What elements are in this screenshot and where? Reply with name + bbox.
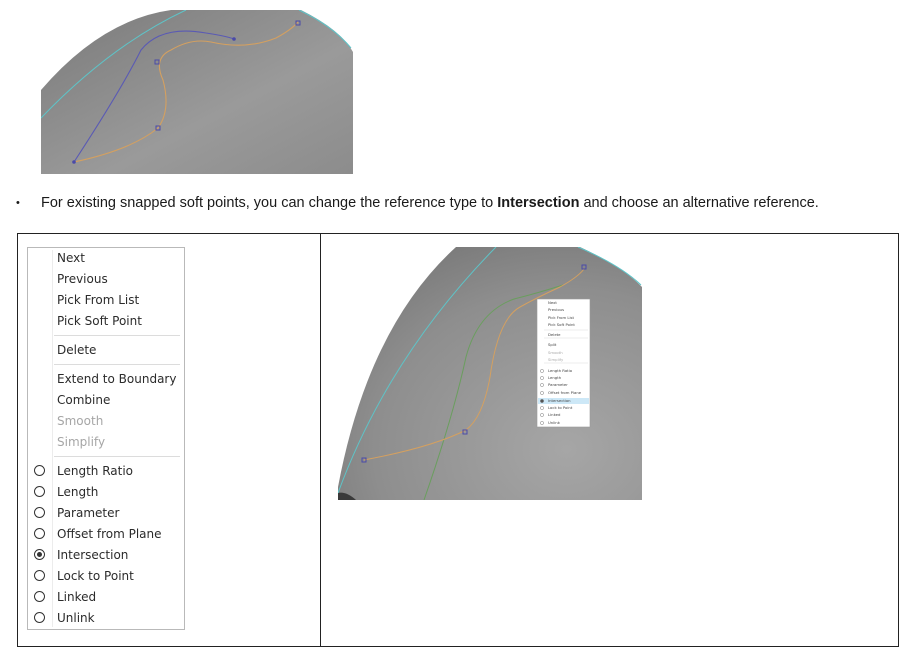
menu-item-label: Linked	[57, 590, 97, 604]
mini-menu-item: Pick From List	[548, 315, 575, 320]
menu-item-extend-to-boundary[interactable]: Extend to Boundary	[28, 369, 184, 390]
mini-menu-item: Parameter	[548, 382, 568, 387]
menu-item-label: Next	[57, 251, 85, 265]
mini-context-menu: Next Previous Pick From List Pick Soft P…	[536, 298, 591, 428]
mini-menu-item: Previous	[548, 307, 564, 312]
menu-item-label: Pick From List	[57, 293, 140, 307]
menu-item-label: Length Ratio	[57, 464, 134, 478]
bullet-text-after: and choose an alternative reference.	[579, 195, 819, 211]
mini-menu-item: Length	[548, 375, 562, 380]
menu-item-label: Parameter	[57, 506, 120, 520]
table-column-divider	[320, 233, 321, 647]
menu-item-label: Combine	[57, 393, 111, 407]
radio-empty-icon	[34, 528, 45, 539]
mini-menu-item: Simplify	[548, 357, 564, 362]
menu-radio-unlink[interactable]: Unlink	[28, 608, 184, 629]
mini-menu-item: Length Ratio	[548, 368, 573, 373]
mini-menu-item: Delete	[548, 332, 561, 337]
radio-selected-icon	[34, 549, 45, 560]
top-viewport-figure	[41, 10, 353, 174]
menu-item-label: Unlink	[57, 611, 95, 625]
menu-item-simplify: Simplify	[28, 432, 184, 453]
mini-menu-item: Pick Soft Point	[548, 322, 575, 327]
menu-item-label: Intersection	[57, 548, 129, 562]
menu-item-smooth: Smooth	[28, 411, 184, 432]
menu-radio-offset-from-plane[interactable]: Offset from Plane	[28, 524, 184, 545]
bullet-text-before: For existing snapped soft points, you ca…	[41, 195, 498, 211]
radio-empty-icon	[34, 570, 45, 581]
menu-item-label: Delete	[57, 343, 97, 357]
menu-radio-lock-to-point[interactable]: Lock to Point	[28, 566, 184, 587]
mini-menu-item: Offset from Plane	[548, 390, 582, 395]
bullet-text-bold: Intersection	[497, 195, 580, 211]
menu-item-previous[interactable]: Previous	[28, 269, 184, 290]
menu-item-pick-soft-point[interactable]: Pick Soft Point	[28, 311, 184, 332]
radio-dot	[37, 552, 42, 557]
mini-menu-item: Split	[548, 342, 557, 347]
menu-item-delete[interactable]: Delete	[28, 340, 184, 361]
radio-empty-icon	[34, 465, 45, 476]
menu-item-combine[interactable]: Combine	[28, 390, 184, 411]
menu-separator	[54, 364, 180, 365]
radio-empty-icon	[34, 486, 45, 497]
radio-empty-icon	[34, 591, 45, 602]
menu-item-label: Pick Soft Point	[57, 314, 142, 328]
radio-empty-icon	[34, 507, 45, 518]
mini-radio-selected-icon	[540, 399, 544, 403]
menu-radio-linked[interactable]: Linked	[28, 587, 184, 608]
mini-menu-item: Next	[548, 300, 557, 305]
right-viewport-figure: Next Previous Pick From List Pick Soft P…	[338, 247, 642, 500]
menu-radio-intersection[interactable]: Intersection	[28, 545, 184, 566]
menu-separator	[54, 456, 180, 457]
menu-radio-parameter[interactable]: Parameter	[28, 503, 184, 524]
menu-radio-length[interactable]: Length	[28, 482, 184, 503]
menu-item-label: Extend to Boundary	[57, 372, 177, 386]
menu-item-label: Lock to Point	[57, 569, 134, 583]
control-point	[232, 37, 236, 41]
menu-item-label: Simplify	[57, 435, 106, 449]
control-point	[72, 160, 76, 164]
menu-item-label: Length	[57, 485, 99, 499]
menu-item-label: Smooth	[57, 414, 104, 428]
context-menu: Next Previous Pick From List Pick Soft P…	[27, 247, 185, 630]
mini-menu-item: Smooth	[548, 350, 563, 355]
surface-shape	[41, 10, 353, 174]
menu-item-pick-from-list[interactable]: Pick From List	[28, 290, 184, 311]
menu-radio-length-ratio[interactable]: Length Ratio	[28, 461, 184, 482]
bullet-marker: •	[16, 197, 20, 209]
radio-empty-icon	[34, 612, 45, 623]
mini-menu-item: Unlink	[548, 420, 561, 425]
bullet-paragraph: • For existing snapped soft points, you …	[16, 192, 896, 214]
menu-item-next[interactable]: Next	[28, 248, 184, 269]
mini-menu-item: Lock to Point	[548, 405, 573, 410]
menu-separator	[54, 335, 180, 336]
menu-item-label: Previous	[57, 272, 108, 286]
bullet-text: For existing snapped soft points, you ca…	[41, 192, 819, 214]
mini-menu-item: Intersection	[548, 398, 571, 403]
mini-menu-item: Linked	[548, 412, 561, 417]
menu-item-label: Offset from Plane	[57, 527, 162, 541]
